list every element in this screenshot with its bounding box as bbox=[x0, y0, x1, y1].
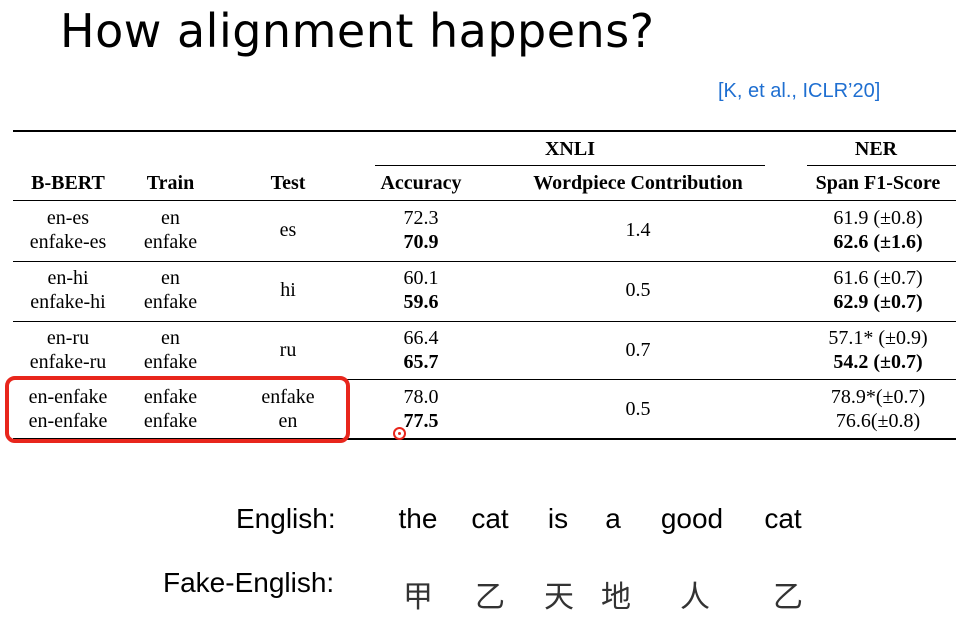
table-cell-spanf1: 61.9 (±0.8) bbox=[833, 207, 923, 229]
col-header-spanf1: Span F1-Score bbox=[815, 172, 941, 194]
table-cell-train: en bbox=[161, 267, 180, 289]
laser-pointer-dot bbox=[393, 427, 406, 440]
col-header-accuracy: Accuracy bbox=[380, 172, 462, 194]
table-cell-wordpiece: 1.4 bbox=[625, 219, 651, 241]
table-cell-spanf1: 62.6 (±1.6) bbox=[833, 231, 923, 253]
table-cell-accuracy: 72.3 bbox=[403, 207, 439, 229]
english-word: cat bbox=[764, 503, 802, 534]
table-cell-wordpiece: 0.5 bbox=[625, 279, 651, 301]
highlight-box bbox=[5, 376, 350, 443]
table-cell-spanf1: 61.6 (±0.7) bbox=[833, 267, 923, 289]
table-cell-test: es bbox=[279, 219, 297, 241]
slide-title: How alignment happens? bbox=[60, 4, 655, 58]
table-cell-bbert: en-es bbox=[46, 207, 90, 229]
english-label: English: bbox=[236, 503, 336, 534]
col-header-train: Train bbox=[146, 172, 195, 194]
table-cell-train: en bbox=[161, 327, 180, 349]
english-word: a bbox=[605, 503, 621, 534]
table-cell-wordpiece: 0.5 bbox=[625, 398, 651, 420]
table-cell-spanf1: 57.1* (±0.9) bbox=[828, 327, 928, 349]
ner-underline bbox=[807, 165, 956, 166]
fake-english-label: Fake-English: bbox=[163, 567, 335, 598]
table-cell-bbert: enfake-hi bbox=[30, 291, 106, 313]
english-word: cat bbox=[471, 503, 509, 534]
table-cell-train: enfake bbox=[143, 291, 198, 313]
col-header-wordpiece: Wordpiece Contribution bbox=[533, 172, 743, 194]
col-header-test: Test bbox=[270, 172, 306, 194]
fake-word: 甲 bbox=[403, 580, 433, 615]
table-cell-train: en bbox=[161, 207, 180, 229]
table-cell-spanf1: 54.2 (±0.7) bbox=[833, 351, 923, 373]
table-cell-train: enfake bbox=[143, 231, 198, 253]
fake-word: 天 bbox=[544, 580, 574, 615]
xnli-underline bbox=[375, 165, 765, 166]
table-cell-accuracy: 60.1 bbox=[403, 267, 439, 289]
table-cell-spanf1: 78.9*(±0.7) bbox=[830, 386, 926, 408]
table-top-rule bbox=[13, 130, 956, 132]
table-cell-bbert: enfake-ru bbox=[29, 351, 107, 373]
table-cell-accuracy: 59.6 bbox=[403, 291, 439, 313]
table-cell-bbert: enfake-es bbox=[29, 231, 107, 253]
fake-word: 地 bbox=[601, 580, 631, 615]
english-word: the bbox=[398, 503, 438, 534]
xnli-group-header: XNLI bbox=[544, 138, 595, 160]
table-cell-wordpiece: 0.7 bbox=[625, 339, 651, 361]
english-word: is bbox=[547, 503, 569, 534]
table-cell-accuracy: 77.5 bbox=[403, 410, 439, 432]
citation: [K, et al., ICLR’20] bbox=[718, 80, 881, 102]
ner-group-header: NER bbox=[854, 138, 898, 160]
fake-word: 人 bbox=[680, 580, 710, 615]
table-cell-accuracy: 66.4 bbox=[403, 327, 439, 349]
table-cell-test: ru bbox=[279, 339, 297, 361]
row-divider bbox=[13, 261, 956, 262]
col-header-bbert: B-BERT bbox=[31, 172, 105, 194]
table-cell-train: enfake bbox=[143, 351, 198, 373]
table-cell-accuracy: 65.7 bbox=[403, 351, 439, 373]
english-word: good bbox=[660, 503, 724, 534]
table-cell-bbert: en-ru bbox=[46, 327, 90, 349]
fake-word: 乙 bbox=[773, 580, 803, 615]
header-rule bbox=[13, 200, 956, 201]
table-cell-bbert: en-hi bbox=[47, 267, 89, 289]
table-cell-spanf1: 62.9 (±0.7) bbox=[833, 291, 923, 313]
row-divider bbox=[13, 321, 956, 322]
table-cell-accuracy: 78.0 bbox=[403, 386, 439, 408]
fake-word: 乙 bbox=[475, 580, 505, 615]
table-cell-accuracy: 70.9 bbox=[403, 231, 439, 253]
table-cell-spanf1: 76.6(±0.8) bbox=[835, 410, 921, 432]
table-cell-test: hi bbox=[280, 279, 296, 301]
